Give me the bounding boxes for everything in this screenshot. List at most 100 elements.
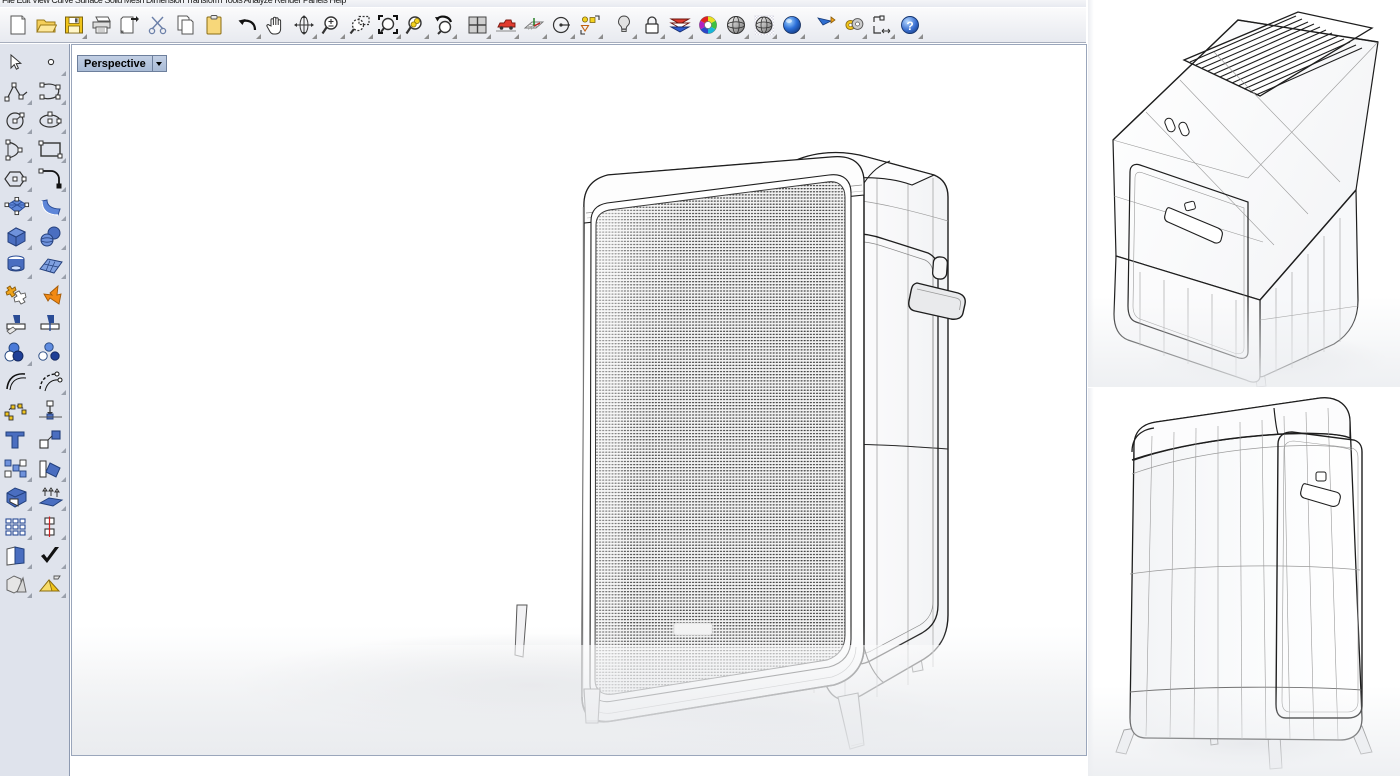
- sidebar-row: [0, 512, 69, 541]
- flyout-corner-icon: [27, 274, 32, 279]
- flyout-corner-icon: [486, 34, 491, 39]
- dimension-button[interactable]: [868, 10, 896, 40]
- flyout-corner-icon: [396, 34, 401, 39]
- copy-button[interactable]: [172, 10, 200, 40]
- new-file-button[interactable]: [4, 10, 32, 40]
- fillet-curves-button[interactable]: [34, 164, 68, 193]
- shaded-view-button[interactable]: [722, 10, 750, 40]
- rotate-view-button[interactable]: [290, 10, 318, 40]
- cplane-button[interactable]: [520, 10, 548, 40]
- zoom-dynamic-button[interactable]: [318, 10, 346, 40]
- blend-curve-button[interactable]: [34, 367, 68, 396]
- polygon-button[interactable]: [0, 164, 34, 193]
- select-arrow-button[interactable]: [0, 48, 34, 77]
- sidebar-row: [0, 77, 69, 106]
- offset-curve-button[interactable]: [0, 367, 34, 396]
- extrude-button[interactable]: [34, 483, 68, 512]
- viewport-title[interactable]: Perspective: [77, 55, 153, 72]
- object-color-button[interactable]: [694, 10, 722, 40]
- sidebar-row: [0, 48, 69, 77]
- surface-analysis-button[interactable]: [0, 570, 34, 599]
- cut-button[interactable]: [144, 10, 172, 40]
- help-button[interactable]: ?: [896, 10, 924, 40]
- select-objects-button[interactable]: [576, 10, 604, 40]
- boolean-union-button[interactable]: [0, 280, 34, 309]
- ellipse-button[interactable]: [34, 106, 68, 135]
- flyout-corner-icon: [61, 477, 66, 482]
- array-button[interactable]: [0, 454, 34, 483]
- curve-boolean-button[interactable]: [34, 338, 68, 367]
- lights-button[interactable]: [610, 10, 638, 40]
- zoom-extents-button[interactable]: [374, 10, 402, 40]
- viewport-tab[interactable]: Perspective: [77, 55, 167, 72]
- flyout-corner-icon: [632, 34, 637, 39]
- boolean-tools-button[interactable]: [0, 338, 34, 367]
- print-button[interactable]: [88, 10, 116, 40]
- mirror-button[interactable]: [34, 454, 68, 483]
- export-button[interactable]: [116, 10, 144, 40]
- flyout-corner-icon: [660, 34, 665, 39]
- circle-button[interactable]: [0, 106, 34, 135]
- top-three-quarter-render[interactable]: [1088, 0, 1400, 388]
- ghosted-view-button[interactable]: [750, 10, 778, 40]
- sidebar-row: [0, 164, 69, 193]
- flyout-corner-icon: [61, 158, 66, 163]
- flyout-corner-icon: [27, 100, 32, 105]
- render-properties-button[interactable]: [840, 10, 868, 40]
- menu-bar-strip[interactable]: File Edit View Curve Surface Solid Mesh …: [0, 0, 1086, 7]
- sidebar-row: [0, 367, 69, 396]
- open-file-button[interactable]: [32, 10, 60, 40]
- flyout-corner-icon: [424, 34, 429, 39]
- perspective-viewport[interactable]: Perspective: [71, 44, 1087, 756]
- cylinder-button[interactable]: [0, 251, 34, 280]
- text-object-button[interactable]: [0, 425, 34, 454]
- align-objects-button[interactable]: [34, 512, 68, 541]
- split-button[interactable]: [34, 309, 68, 338]
- zoom-window-button[interactable]: [346, 10, 374, 40]
- zoom-selected-button[interactable]: [402, 10, 430, 40]
- named-views-button[interactable]: [492, 10, 520, 40]
- flyout-corner-icon: [256, 34, 261, 39]
- box-button[interactable]: [0, 222, 34, 251]
- chevron-down-icon[interactable]: [153, 55, 167, 72]
- surface-sweep-button[interactable]: [34, 193, 68, 222]
- sidebar-row: [0, 396, 69, 425]
- explode-button[interactable]: [34, 280, 68, 309]
- sphere-button[interactable]: [34, 222, 68, 251]
- rectangular-array-button[interactable]: [0, 512, 34, 541]
- scale-button[interactable]: [34, 425, 68, 454]
- trim-button[interactable]: [0, 309, 34, 338]
- undo-view-change-button[interactable]: [430, 10, 458, 40]
- paste-button[interactable]: [200, 10, 228, 40]
- flyout-corner-icon: [340, 34, 345, 39]
- layers-button[interactable]: [666, 10, 694, 40]
- save-file-button[interactable]: [60, 10, 88, 40]
- cap-planar-holes-button[interactable]: [0, 483, 34, 512]
- set-view-angle-button[interactable]: [548, 10, 576, 40]
- point-object-button[interactable]: [34, 48, 68, 77]
- rendered-view-button[interactable]: [778, 10, 806, 40]
- flyout-corner-icon: [27, 158, 32, 163]
- flyout-corner-icon: [862, 34, 867, 39]
- check-object-button[interactable]: [34, 541, 68, 570]
- sidebar-row: [0, 106, 69, 135]
- pan-button[interactable]: [262, 10, 290, 40]
- mesh-tools-button[interactable]: [34, 251, 68, 280]
- flyout-corner-icon: [312, 34, 317, 39]
- project-to-cplane-button[interactable]: [34, 396, 68, 425]
- rebuild-curve-button[interactable]: [0, 396, 34, 425]
- render-preview-button[interactable]: [812, 10, 840, 40]
- rectangle-button[interactable]: [34, 135, 68, 164]
- front-three-quarter-render[interactable]: [1088, 388, 1400, 776]
- flyout-corner-icon: [27, 187, 32, 192]
- pyramid-button[interactable]: [34, 570, 68, 599]
- surface-control-points-button[interactable]: [0, 193, 34, 222]
- open-file-tools-button[interactable]: [0, 541, 34, 570]
- flyout-corner-icon: [61, 100, 66, 105]
- lock-object-button[interactable]: [638, 10, 666, 40]
- undo-button[interactable]: [234, 10, 262, 40]
- polyline-button[interactable]: [0, 77, 34, 106]
- arc-button[interactable]: [0, 135, 34, 164]
- curve-control-points-button[interactable]: [34, 77, 68, 106]
- four-viewports-button[interactable]: [464, 10, 492, 40]
